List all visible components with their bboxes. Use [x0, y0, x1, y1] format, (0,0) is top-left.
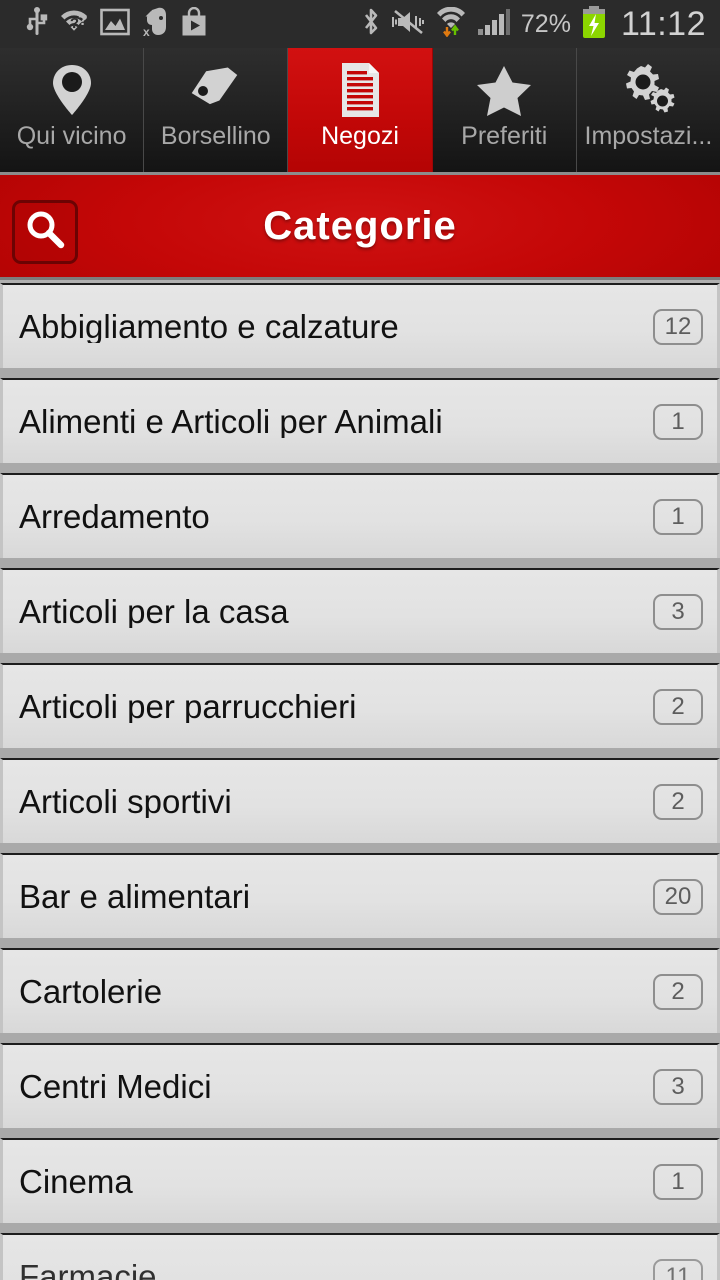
category-label: Centri Medici	[19, 1070, 212, 1103]
category-label: Alimenti e Articoli per Animali	[19, 405, 443, 438]
tab-label: Impostazi...	[584, 124, 713, 149]
list-item[interactable]: Abbigliamento e calzature 12	[0, 283, 720, 368]
tab-label: Borsellino	[160, 124, 271, 149]
list-item[interactable]: Farmacie 11	[0, 1233, 720, 1280]
category-label: Cinema	[19, 1165, 133, 1198]
count-badge: 1	[653, 498, 703, 535]
page-title: Categorie	[263, 203, 457, 248]
count-badge: 1	[653, 1163, 703, 1200]
category-list[interactable]: Abbigliamento e calzature 12 Alimenti e Ar…	[0, 283, 720, 1280]
tab-qui-vicino[interactable]: Qui vicino	[0, 48, 145, 172]
play-store-icon	[180, 6, 208, 42]
svg-text:?: ?	[78, 12, 88, 29]
category-label: Cartolerie	[19, 975, 163, 1008]
category-label: Farmacie	[19, 1260, 157, 1280]
tag-icon	[185, 60, 247, 120]
status-bar-clock: 11:12	[620, 4, 706, 43]
list-item[interactable]: Cinema 1	[0, 1138, 720, 1223]
usb-icon	[26, 6, 48, 42]
wifi-transfer-icon	[435, 6, 467, 42]
category-label: Articoli per parrucchieri	[19, 690, 357, 723]
battery-charging-icon	[581, 5, 607, 44]
battery-percent-label: 72%	[520, 9, 571, 38]
tab-preferiti[interactable]: Preferiti	[433, 48, 577, 172]
search-button[interactable]	[12, 200, 78, 264]
count-badge: 3	[653, 1068, 703, 1105]
list-item[interactable]: Cartolerie 2	[0, 948, 720, 1033]
tab-label: Qui vicino	[16, 124, 127, 149]
wifi-question-icon: ? ?	[59, 8, 89, 41]
tab-borsellino[interactable]: Borsellino	[144, 48, 289, 172]
status-bar-left-icons: ? ? x	[0, 6, 208, 43]
image-icon	[100, 7, 130, 42]
tab-bar: Qui vicino Borsellino Negozi Preferiti I…	[0, 48, 720, 175]
gears-icon	[617, 60, 679, 120]
category-label: Articoli per la casa	[19, 595, 289, 628]
count-badge: 11	[653, 1258, 703, 1280]
tab-impostazioni[interactable]: Impostazi...	[577, 48, 720, 172]
tab-label: Negozi	[321, 124, 399, 149]
svg-text:x: x	[143, 25, 150, 38]
list-item[interactable]: Articoli sportivi 2	[0, 758, 720, 843]
list-item[interactable]: Articoli per la casa 3	[0, 568, 720, 653]
map-pin-icon	[46, 60, 98, 120]
tab-negozi[interactable]: Negozi	[288, 48, 433, 172]
list-item[interactable]: Arredamento 1	[0, 473, 720, 558]
category-label: Bar e alimentari	[19, 880, 251, 913]
count-badge: 2	[653, 973, 703, 1010]
list-item[interactable]: Centri Medici 3	[0, 1043, 720, 1128]
page-header: Categorie	[0, 175, 720, 280]
status-bar: ? ? x 72% 11:12	[0, 0, 720, 48]
app-root: ? ? x 72% 11:12 Qui vicino Borsellino Ne…	[0, 0, 720, 1280]
category-label: Articoli sportivi	[19, 785, 232, 818]
count-badge: 20	[653, 878, 703, 915]
count-badge: 2	[653, 688, 703, 725]
search-icon	[23, 208, 67, 257]
count-badge: 2	[653, 783, 703, 820]
list-item[interactable]: Articoli per parrucchieri 2	[0, 663, 720, 748]
evernote-icon: x	[141, 6, 169, 43]
document-icon	[336, 60, 384, 120]
category-label: Abbigliamento e calzature	[19, 310, 399, 343]
tab-label: Preferiti	[461, 124, 548, 149]
count-badge: 1	[653, 403, 703, 440]
vibrate-mute-icon	[391, 8, 425, 41]
count-badge: 12	[653, 308, 703, 345]
bluetooth-icon	[361, 6, 381, 43]
category-label: Arredamento	[19, 500, 210, 533]
status-bar-right-icons: 72% 11:12	[361, 5, 720, 44]
list-item[interactable]: Bar e alimentari 20	[0, 853, 720, 938]
star-icon	[473, 60, 535, 120]
signal-bars-icon	[477, 8, 511, 41]
count-badge: 3	[653, 593, 703, 630]
list-item[interactable]: Alimenti e Articoli per Animali 1	[0, 378, 720, 463]
